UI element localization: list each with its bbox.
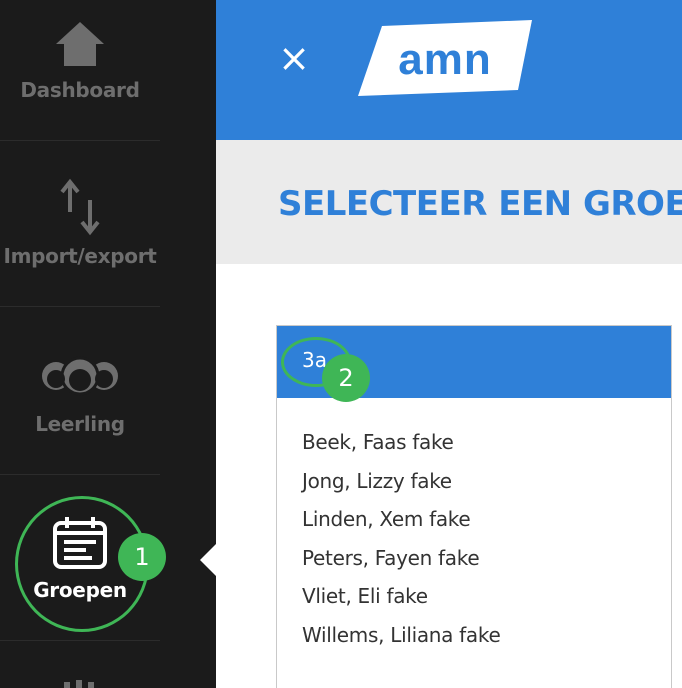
- close-button[interactable]: ×: [275, 38, 313, 78]
- sidebar-divider: [0, 474, 160, 475]
- page-title: SELECTEER EEN GROEP: [278, 184, 682, 224]
- list-item: Linden, Xem fake: [302, 507, 471, 532]
- sidebar-item-leerling[interactable]: Leerling: [0, 352, 160, 436]
- active-indicator: [200, 544, 216, 576]
- list-item: Willems, Liliana fake: [302, 622, 501, 647]
- list-item: Peters, Fayen fake: [302, 545, 480, 570]
- import-export-icon: [60, 178, 100, 236]
- sidebar-divider: [0, 640, 160, 641]
- list-item: Beek, Faas fake: [302, 430, 454, 454]
- step-badge-2: 2: [322, 354, 370, 402]
- step-badge-1: 1: [118, 533, 166, 581]
- list-item: Vliet, Eli fake: [302, 584, 428, 609]
- student-list: Beek, Faas fake Jong, Lizzy fake Linden,…: [302, 424, 501, 656]
- sidebar-item-dashboard[interactable]: Dashboard: [0, 20, 160, 102]
- sidebar-item-label: Leerling: [35, 412, 125, 436]
- sidebar-item-import-export[interactable]: Import/export: [0, 178, 160, 268]
- amn-logo: amn: [358, 20, 532, 96]
- sidebar-item-label: Dashboard: [20, 78, 140, 102]
- home-icon: [56, 22, 104, 66]
- students-icon: [42, 356, 118, 396]
- sidebar-divider: [0, 140, 160, 141]
- next-nav-icon: [64, 680, 94, 688]
- sidebar-item-label: Import/export: [3, 244, 157, 268]
- list-item: Jong, Lizzy fake: [302, 468, 452, 493]
- sidebar-divider: [0, 306, 160, 307]
- logo-text: amn: [398, 35, 491, 84]
